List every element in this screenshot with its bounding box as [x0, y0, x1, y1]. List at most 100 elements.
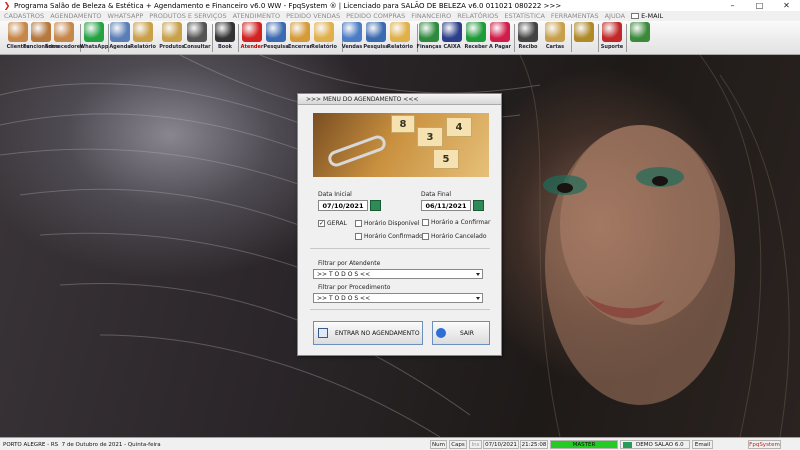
pay-icon — [490, 22, 510, 42]
menu-agendamento[interactable]: AGENDAMENTO — [50, 12, 101, 20]
chevron-down-icon — [476, 297, 480, 300]
end-date-field[interactable]: 06/11/2021 — [421, 200, 471, 211]
menu-produtos-servicos[interactable]: PRODUTOS E SERVIÇOS — [149, 12, 226, 20]
toolbar-relat-rio-button[interactable]: Relatório — [310, 22, 338, 53]
app-icon: ❯ — [3, 1, 11, 10]
employees-icon — [31, 22, 51, 42]
menu-pedido-vendas[interactable]: PEDIDO VENDAS — [286, 12, 340, 20]
toolbar-consultar-button[interactable]: Consultar — [183, 22, 211, 53]
geral-checkbox[interactable]: ✓ — [318, 220, 325, 227]
support-icon — [602, 22, 622, 42]
main-toolbar: Clientes Funcionários Fornecedores WhatsApp… — [0, 21, 800, 55]
confirmado-checkbox[interactable] — [355, 233, 362, 240]
disponivel-checkbox[interactable] — [355, 220, 362, 227]
toolbar-a-pagar-button[interactable]: A Pagar — [486, 22, 514, 53]
toolbar-label: Relatório — [387, 44, 413, 50]
whatsapp-icon — [84, 22, 104, 42]
toolbar-label: Agenda — [109, 44, 131, 50]
status-company-box: DEMO SALAO 6.0 — [620, 440, 690, 449]
email-icon — [631, 13, 640, 19]
minimize-button[interactable]: – — [719, 0, 746, 11]
dialog-title: >>> MENU DO AGENDAMENTO <<< — [298, 94, 501, 105]
toolbar-label: Vendas — [341, 44, 363, 50]
report-icon — [133, 22, 153, 42]
menu-ferramentas[interactable]: FERRAMENTAS — [551, 12, 599, 20]
attendant-filter-select[interactable]: >> T O D O S << — [313, 269, 483, 279]
window-title: Programa Salão de Beleza & Estética + Ag… — [14, 1, 562, 10]
banner-digit: 5 — [433, 149, 459, 169]
enter-scheduling-label: ENTRAR NO AGENDAMENTO — [335, 329, 420, 337]
menu-bar: CADASTROS AGENDAMENTO WHATSAPP PRODUTOS … — [0, 11, 800, 21]
toolbar-suporte-button[interactable]: Suporte — [598, 22, 626, 53]
toolbar-relat-rio-button[interactable]: Relatório — [386, 22, 414, 53]
toolbar-label: Recibo — [518, 44, 538, 50]
toolbar-whatsapp-button[interactable]: WhatsApp — [80, 22, 108, 53]
menu-estatistica[interactable]: ESTATÍSTICA — [504, 12, 545, 20]
status-company: DEMO SALAO 6.0 — [636, 441, 684, 448]
scissors-icon — [242, 22, 262, 42]
attendant-filter-value: >> T O D O S << — [317, 270, 371, 278]
letters-icon — [545, 22, 565, 42]
menu-pedido-compras[interactable]: PEDIDO COMPRAS — [346, 12, 405, 20]
toolbar-label: Pesquisa — [363, 44, 389, 50]
menu-whatsapp[interactable]: WHATSAPP — [108, 12, 144, 20]
toolbar-book-button[interactable]: Book — [211, 22, 239, 53]
end-date-label: Data Final — [421, 191, 452, 198]
menu-ajuda[interactable]: AJUDA — [605, 12, 625, 20]
close-button[interactable]: ✕ — [773, 0, 800, 11]
a-confirmar-label: Horário a Confirmar — [431, 219, 491, 226]
enter-scheduling-button[interactable]: ENTRAR NO AGENDAMENTO — [313, 321, 423, 345]
toolbar-label: WhatsApp — [79, 44, 109, 50]
toolbar-relat-rio-button[interactable]: Relatório — [129, 22, 157, 53]
a-confirmar-checkbox[interactable] — [422, 219, 429, 226]
products-icon — [162, 22, 182, 42]
end-date-calendar-button[interactable] — [473, 200, 484, 211]
divider — [310, 309, 490, 310]
start-date-calendar-button[interactable] — [370, 200, 381, 211]
toolbar-exit-button[interactable] — [626, 22, 654, 53]
toolbar-label: Fornecedores — [44, 44, 84, 50]
toolbar-produtos-button[interactable]: Produtos — [158, 22, 186, 53]
status-location: PORTO ALEGRE - RS — [3, 441, 59, 448]
menu-relatorios[interactable]: RELATÓRIOS — [457, 12, 498, 20]
start-date-field[interactable]: 07/10/2021 — [318, 200, 368, 211]
status-profile: MASTER — [550, 440, 618, 449]
banner-digit: 4 — [446, 117, 472, 137]
banner-digit: 3 — [417, 127, 443, 147]
procedure-filter-value: >> T O D O S << — [317, 294, 371, 302]
status-email[interactable]: Email — [692, 440, 713, 449]
report-icon — [314, 22, 334, 42]
toolbar-fornecedores-button[interactable]: Fornecedores — [45, 22, 83, 53]
confirmado-label: Horário Confirmado — [364, 233, 423, 240]
maximize-button[interactable]: □ — [746, 0, 773, 11]
exit-button[interactable]: SAIR — [432, 321, 490, 345]
procedure-filter-label: Filtrar por Procedimento — [318, 284, 391, 291]
cancelado-label: Horário Cancelado — [431, 233, 487, 240]
people-icon — [8, 22, 28, 42]
chevron-down-icon — [476, 273, 480, 276]
toolbar-label: Book — [217, 44, 232, 50]
toolbar-label: Encerrar — [287, 44, 313, 50]
magnifier-icon — [266, 22, 286, 42]
menu-financeiro[interactable]: FINANCEIRO — [411, 12, 451, 20]
toolbar-cartas-button[interactable]: Cartas — [541, 22, 569, 53]
toolbar-label: Consultar — [183, 44, 211, 50]
menu-cadastros[interactable]: CADASTROS — [4, 12, 44, 20]
procedure-filter-select[interactable]: >> T O D O S << — [313, 293, 483, 303]
status-num: Num — [430, 440, 447, 449]
menu-atendimento[interactable]: ATENDIMENTO — [233, 12, 280, 20]
sales-icon — [342, 22, 362, 42]
toolbar-label: Relatório — [130, 44, 156, 50]
cancelado-checkbox[interactable] — [422, 233, 429, 240]
status-date-text: 7 de Outubro de 2021 - Quinta-feira — [61, 441, 161, 448]
toolbar-label: Cartas — [545, 44, 565, 50]
toolbar-settings-button[interactable] — [570, 22, 598, 53]
supplier-icon — [54, 22, 74, 42]
toolbar-label: Suporte — [600, 44, 624, 50]
exit-label: SAIR — [460, 329, 474, 337]
cash-box-icon — [442, 22, 462, 42]
calendar-banner-image: 8 3 4 5 — [313, 113, 489, 177]
toolbar-recibo-button[interactable]: Recibo — [514, 22, 542, 53]
menu-email[interactable]: E-MAIL — [641, 12, 663, 20]
window-titlebar: ❯ Programa Salão de Beleza & Estética + … — [0, 0, 800, 11]
